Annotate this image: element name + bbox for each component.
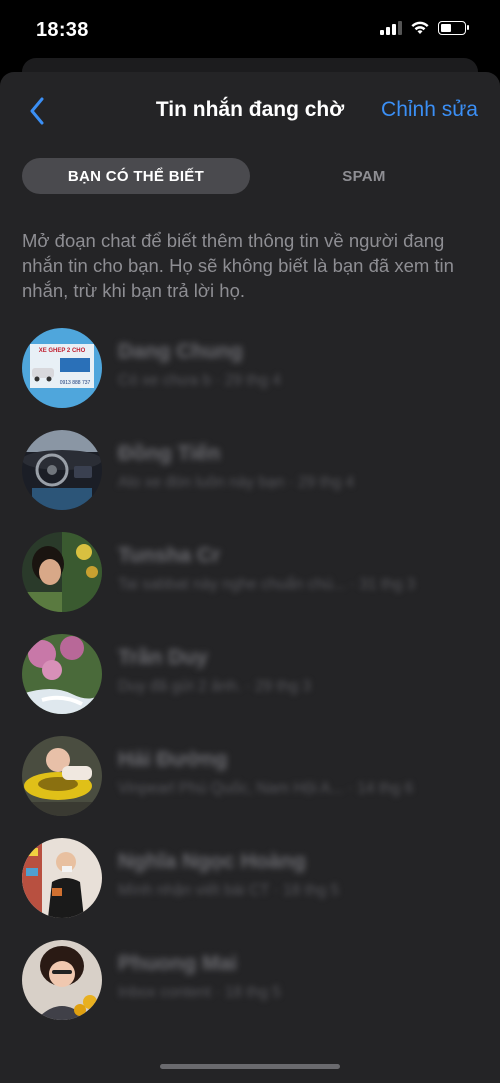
wifi-icon [411, 21, 429, 34]
segmented-control: BẠN CÓ THỂ BIẾT SPAM [22, 158, 478, 194]
description-text: Mở đoạn chat để biết thêm thông tin về n… [22, 230, 454, 301]
battery-icon [438, 20, 469, 35]
message-preview: Tai sabbat này nghe chuẩn chú... · 31 th… [118, 576, 416, 593]
avatar [22, 634, 102, 714]
navigation-bar: Tin nhắn đang chờ Chỉnh sửa [0, 72, 500, 148]
tab-people-you-may-know[interactable]: BẠN CÓ THỂ BIẾT [22, 158, 250, 194]
list-item[interactable]: Nghĩa Ngọc Hoàng Mình nhận viết bài CT ·… [0, 832, 500, 932]
status-time: 18:38 [36, 19, 89, 41]
message-preview: Alo xe đón luôn này bạn · 29 thg 4 [118, 474, 355, 491]
contact-name: Dang Chung [118, 340, 243, 363]
home-indicator[interactable] [160, 1064, 340, 1069]
avatar-text-line2: 0913 888 737 [60, 380, 91, 386]
tab-spam[interactable]: SPAM [250, 158, 478, 194]
status-icons [380, 20, 469, 35]
edit-button[interactable]: Chỉnh sửa [381, 98, 478, 122]
list-item[interactable]: Tunsha Cr Tai sabbat này nghe chuẩn chú.… [0, 526, 500, 626]
message-preview: Có xe chưa b · 29 thg 4 [118, 372, 281, 389]
signal-icon [380, 20, 402, 35]
avatar [22, 532, 102, 612]
contact-name: Hải Đường [118, 748, 228, 771]
contact-name: Đồng Tiến [118, 442, 221, 465]
avatar-text-line1: XE GHEP 2 CHO [39, 348, 86, 354]
status-bar: 18:38 [0, 0, 500, 60]
contact-name: Phuong Mai [118, 952, 237, 975]
message-preview: Inbox content · 18 thg 5 [118, 984, 281, 1001]
avatar [22, 430, 102, 510]
message-preview: Duy đã gửi 2 ảnh. · 29 thg 3 [118, 678, 312, 695]
message-preview: Vinpearl Phú Quốc, Nam Hội A... · 14 thg… [118, 780, 414, 797]
chevron-left-icon [30, 97, 44, 125]
list-item[interactable]: Đồng Tiến Alo xe đón luôn này bạn · 29 t… [0, 424, 500, 524]
avatar [22, 940, 102, 1020]
list-item[interactable]: XE GHEP 2 CHO 0913 888 737 Dang Chung Có… [0, 322, 500, 422]
avatar [22, 736, 102, 816]
avatar [22, 838, 102, 918]
message-requests-sheet: Tin nhắn đang chờ Chỉnh sửa BẠN CÓ THỂ B… [0, 72, 500, 1083]
contact-name: Trần Duy [118, 646, 208, 669]
avatar: XE GHEP 2 CHO 0913 888 737 [22, 328, 102, 408]
list-item[interactable]: Phuong Mai Inbox content · 18 thg 5 [0, 934, 500, 1034]
list-item[interactable]: Trần Duy Duy đã gửi 2 ảnh. · 29 thg 3 [0, 628, 500, 728]
contact-name: Nghĩa Ngọc Hoàng [118, 850, 306, 873]
back-button[interactable] [22, 94, 52, 128]
list-item[interactable]: Hải Đường Vinpearl Phú Quốc, Nam Hội A..… [0, 730, 500, 830]
message-preview: Mình nhận viết bài CT · 18 thg 5 [118, 882, 340, 899]
contact-name: Tunsha Cr [118, 544, 221, 567]
